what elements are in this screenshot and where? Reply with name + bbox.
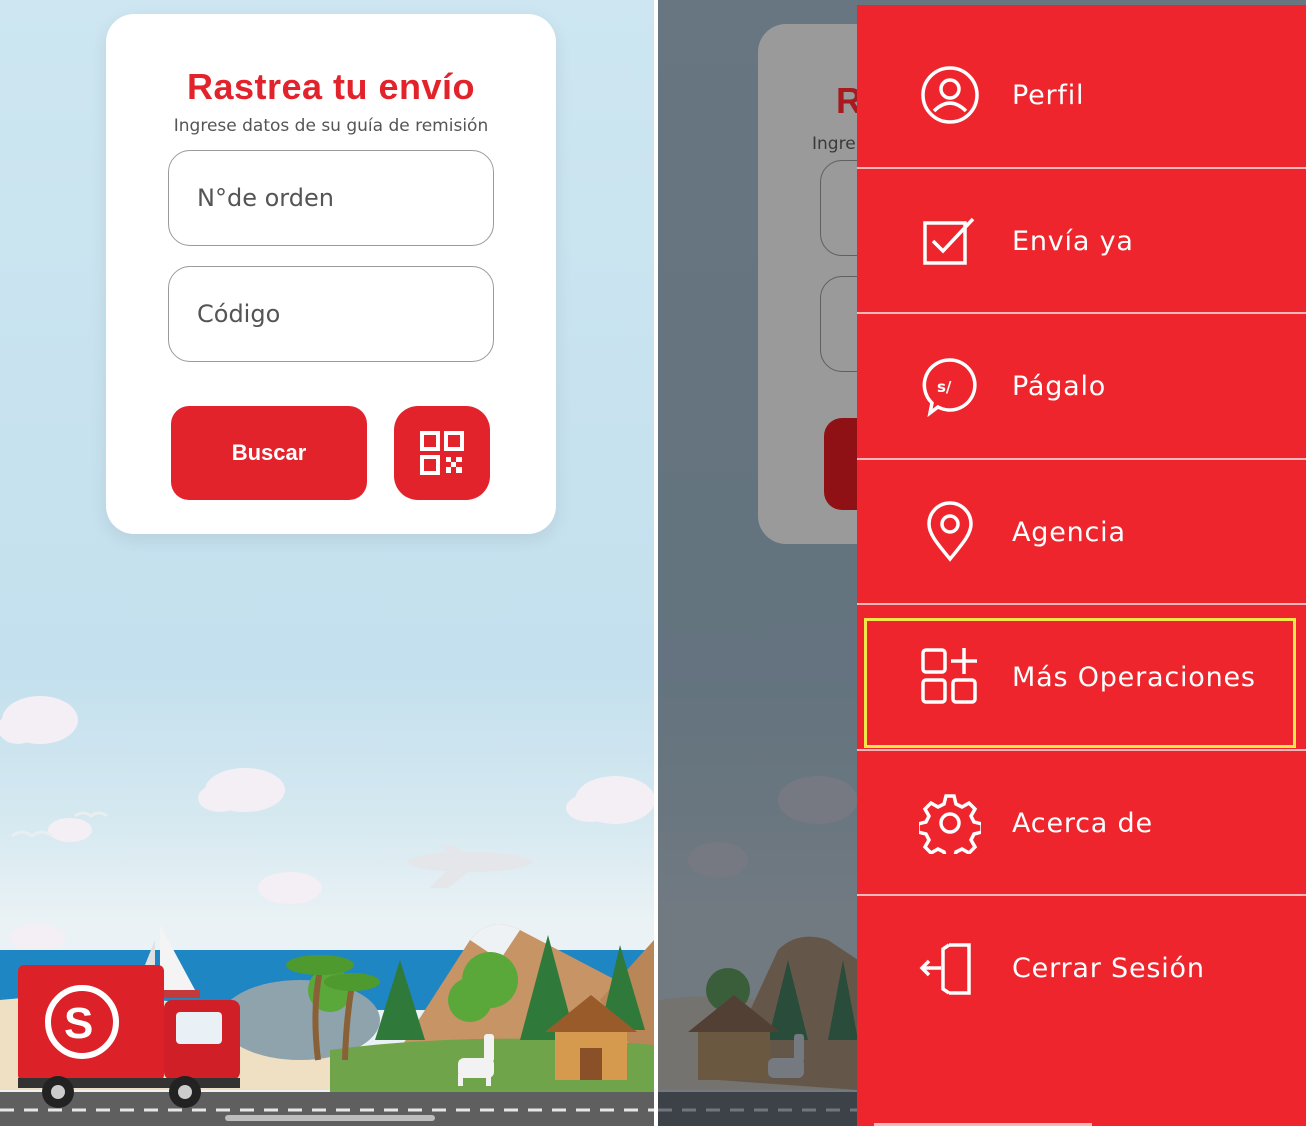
qr-scan-button[interactable] [394, 406, 490, 500]
svg-text:s/: s/ [937, 378, 952, 396]
menu-item-acerca-de[interactable]: Acerca de [857, 751, 1306, 895]
menu-item-agencia[interactable]: Agencia [857, 460, 1306, 604]
menu-item-label: Cerrar Sesión [1012, 952, 1205, 984]
grid-plus-icon [915, 642, 985, 712]
page-subtitle-fragment: Ingre [812, 134, 856, 154]
menu-item-label: Más Operaciones [1012, 661, 1256, 693]
menu-item-envia-ya[interactable]: Envía ya [857, 169, 1306, 313]
checkbox-icon [915, 206, 985, 276]
menu-item-perfil[interactable]: Perfil [857, 23, 1306, 167]
gear-icon [915, 788, 985, 858]
order-number-field[interactable] [168, 150, 494, 246]
navigation-drawer: Perfil Envía ya s/ Págalo Agencia Más Op… [857, 5, 1306, 1126]
order-number-input[interactable] [169, 151, 493, 245]
menu-item-label: Págalo [1012, 370, 1107, 402]
code-input[interactable] [169, 267, 493, 361]
menu-item-cerrar-sesion[interactable]: Cerrar Sesión [857, 896, 1306, 1040]
location-pin-icon [915, 497, 985, 567]
menu-item-label: Envía ya [1012, 225, 1134, 257]
page-subtitle: Ingrese datos de su guía de remisión [173, 116, 489, 136]
menu-item-pagalo[interactable]: s/ Págalo [857, 314, 1306, 458]
code-field[interactable] [168, 266, 494, 362]
qr-code-icon [420, 431, 464, 475]
menu-item-label: Acerca de [1012, 807, 1153, 839]
user-circle-icon [915, 60, 985, 130]
menu-item-mas-operaciones[interactable]: Más Operaciones [857, 605, 1306, 749]
menu-screen: R Ingre Perfil Envía ya s/ Págalo Agenci… [658, 0, 1306, 1126]
search-button[interactable]: Buscar [171, 406, 367, 500]
menu-item-label: Agencia [1012, 516, 1126, 548]
logout-icon [915, 933, 985, 1003]
soles-bubble-icon: s/ [915, 351, 985, 421]
tracking-screen: S Rastrea tu envío Ingrese datos de su g… [0, 0, 654, 1126]
svg-text:S: S [64, 999, 93, 1048]
page-title: Rastrea tu envío [186, 66, 476, 107]
menu-item-label: Perfil [1012, 79, 1085, 111]
tracking-card: Rastrea tu envío Ingrese datos de su guí… [106, 14, 556, 534]
